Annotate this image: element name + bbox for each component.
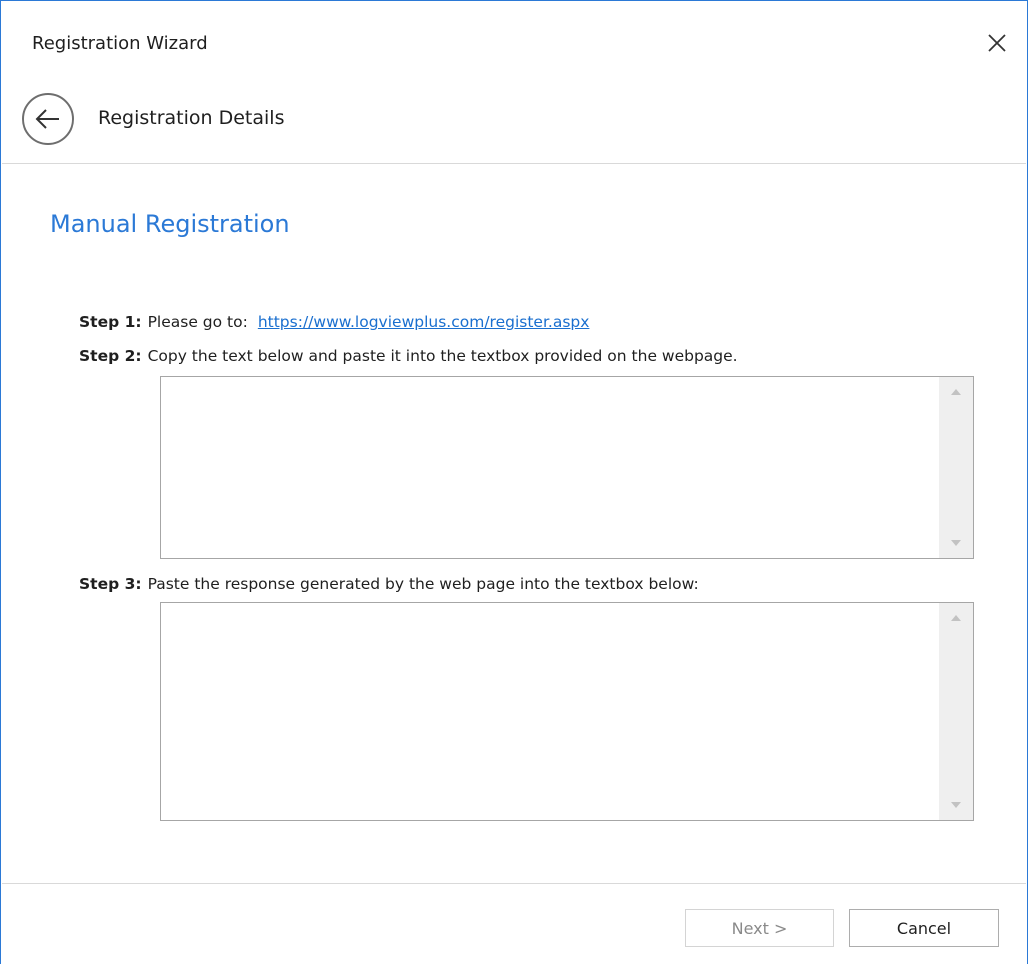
register-link[interactable]: https://www.logviewplus.com/register.asp… <box>258 313 590 331</box>
close-icon <box>988 34 1006 52</box>
step3-text: Paste the response generated by the web … <box>147 575 699 593</box>
step2-row: Step 2: Copy the text below and paste it … <box>79 347 738 365</box>
step1-row: Step 1: Please go to: https://www.logviewp… <box>79 313 589 331</box>
scroll-up-icon <box>951 389 961 395</box>
scroll-up-icon <box>951 615 961 621</box>
step2-label: Step 2: <box>79 347 142 365</box>
request-textbox[interactable] <box>160 376 974 559</box>
response-scrollbar[interactable] <box>939 603 973 820</box>
cancel-button[interactable]: Cancel <box>849 909 999 947</box>
step2-text: Copy the text below and paste it into th… <box>147 347 738 365</box>
step3-row: Step 3: Paste the response generated by t… <box>79 575 699 593</box>
section-heading: Manual Registration <box>50 210 290 238</box>
scroll-up-button[interactable] <box>939 377 973 407</box>
scroll-down-button[interactable] <box>939 790 973 820</box>
next-button[interactable]: Next > <box>685 909 834 947</box>
request-textarea[interactable] <box>161 377 939 558</box>
registration-wizard-window: Registration Wizard Registration Details… <box>0 0 1028 964</box>
step3-label: Step 3: <box>79 575 142 593</box>
request-scrollbar[interactable] <box>939 377 973 558</box>
back-button[interactable] <box>22 93 74 145</box>
window-title: Registration Wizard <box>32 33 208 54</box>
back-arrow-icon <box>35 109 59 129</box>
scroll-down-icon <box>951 540 961 546</box>
close-button[interactable] <box>979 25 1015 61</box>
response-textbox[interactable] <box>160 602 974 821</box>
page-title: Registration Details <box>98 107 285 129</box>
response-textarea[interactable] <box>161 603 939 820</box>
step1-text: Please go to: <box>147 313 248 331</box>
footer-divider <box>2 883 1026 884</box>
scroll-down-icon <box>951 802 961 808</box>
header-divider <box>2 163 1026 164</box>
step1-label: Step 1: <box>79 313 142 331</box>
scroll-down-button[interactable] <box>939 528 973 558</box>
scroll-up-button[interactable] <box>939 603 973 633</box>
